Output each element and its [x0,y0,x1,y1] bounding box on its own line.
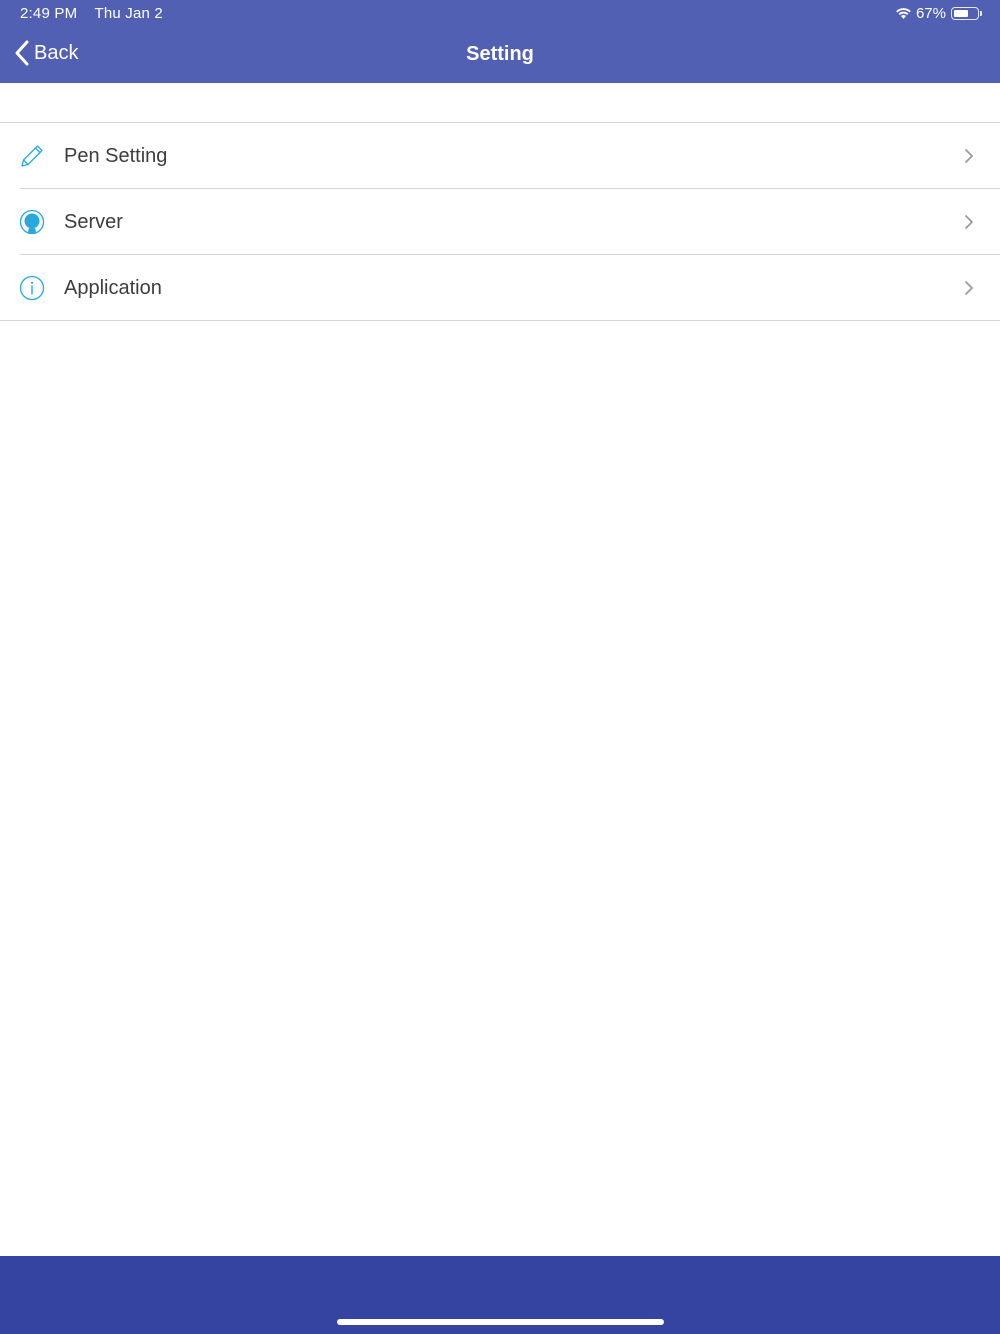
chevron-right-icon [965,215,973,229]
settings-item-label: Application [64,276,162,299]
settings-item-label: Pen Setting [64,144,168,167]
status-indicators: 67% [895,5,982,22]
chevron-right-icon [965,281,973,295]
wifi-icon [896,8,911,19]
header-bar: 2:49 PM Thu Jan 2 67% Back Setting [0,0,1000,83]
settings-item-pen-setting[interactable]: Pen Setting [0,123,1000,189]
pencil-icon [21,145,43,167]
footer-bar [0,1256,1000,1334]
battery-percent: 67% [915,5,946,22]
status-date: Thu Jan 2 [94,5,163,22]
status-time: 2:49 PM Thu Jan 2 [20,5,163,22]
settings-item-label: Server [64,210,123,233]
chevron-right-icon [965,149,973,163]
user-icon [19,209,45,235]
battery-icon [951,7,979,20]
row-divider [0,320,1000,321]
status-clock: 2:49 PM [20,5,78,22]
settings-item-server[interactable]: Server [0,189,1000,255]
info-icon [19,275,45,301]
home-indicator[interactable] [337,1319,664,1325]
battery-nub [980,11,982,16]
page-title: Setting [466,43,534,65]
settings-item-application[interactable]: Application [0,255,1000,321]
settings-list: Pen Setting Server Application [0,122,1000,321]
